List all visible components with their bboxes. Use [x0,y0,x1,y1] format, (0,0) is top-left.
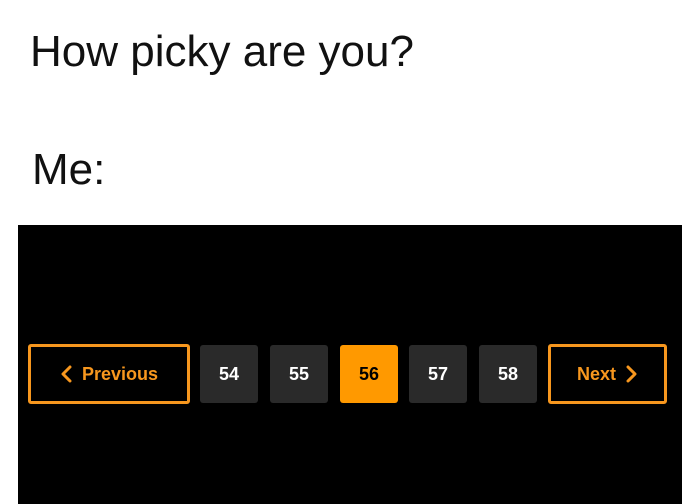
pagination-panel: Previous 54 55 56 57 58 Next [18,225,682,504]
next-button[interactable]: Next [548,344,667,404]
chevron-right-icon [624,365,638,383]
page-button-55[interactable]: 55 [270,345,328,403]
meme-answer-label: Me: [32,145,106,194]
previous-button[interactable]: Previous [28,344,190,404]
chevron-left-icon [60,365,74,383]
page-button-56-current[interactable]: 56 [340,345,398,403]
page-button-54[interactable]: 54 [200,345,258,403]
meme-question: How picky are you? [30,27,414,76]
next-label: Next [576,363,616,384]
previous-label: Previous [81,363,159,384]
page-button-57[interactable]: 57 [409,345,467,403]
page-button-58[interactable]: 58 [479,345,537,403]
